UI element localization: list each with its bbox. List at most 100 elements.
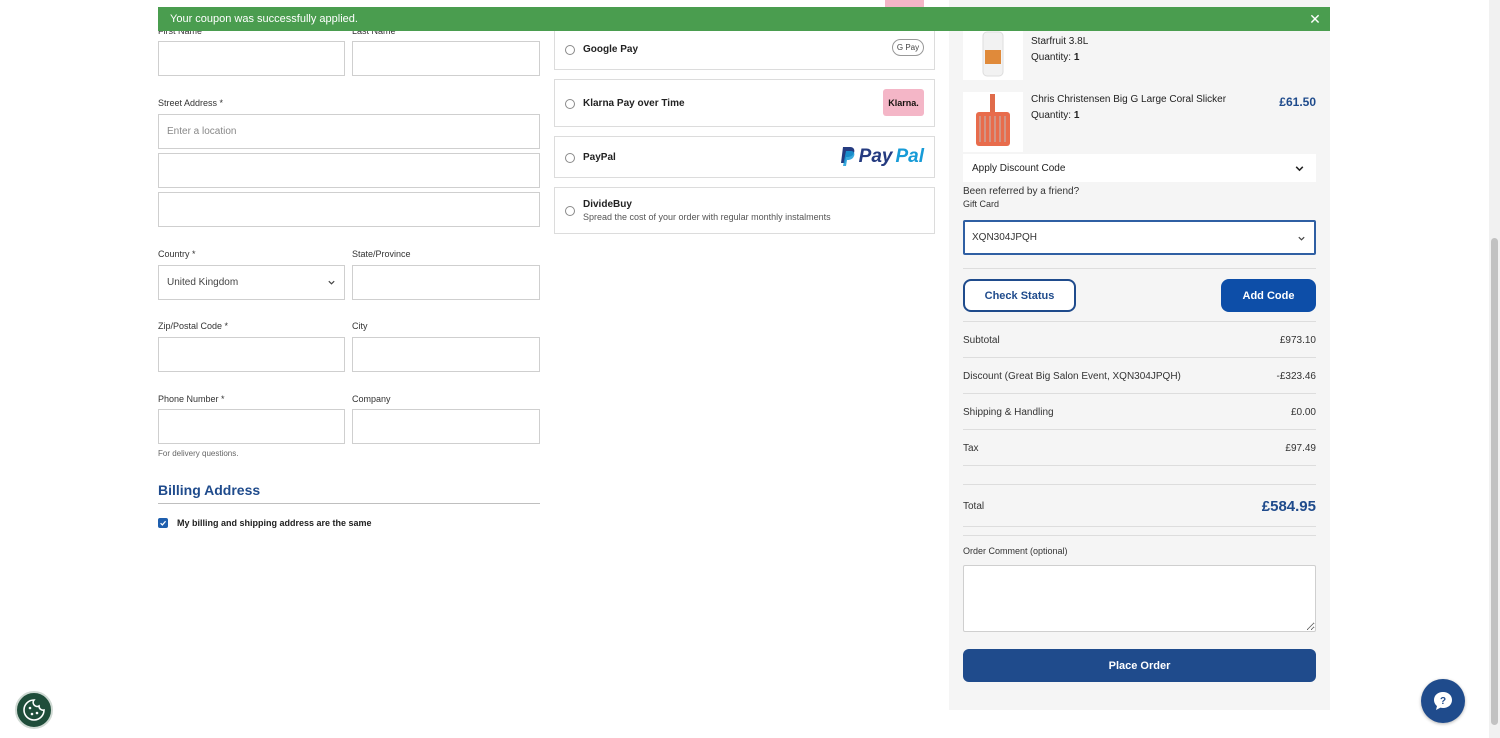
divider (963, 484, 1316, 485)
product-qty: Quantity: 1 (1031, 52, 1079, 63)
apply-discount-label: Apply Discount Code (972, 162, 1066, 174)
street-address-label: Street Address * (158, 98, 224, 108)
payment-radio[interactable] (565, 99, 575, 109)
subtotal-row: Subtotal £973.10 (963, 335, 1316, 346)
phone-label: Phone Number * (158, 394, 225, 404)
grand-total-label: Total (963, 501, 985, 512)
chevron-down-icon (1295, 166, 1304, 172)
add-code-button[interactable]: Add Code (1221, 279, 1316, 312)
tax-row: Tax £97.49 (963, 443, 1316, 454)
divider (963, 429, 1316, 430)
payment-label: Klarna Pay over Time (583, 98, 685, 109)
gift-card-value: XQN304JPQH (972, 232, 1038, 243)
street-address-line3-input[interactable] (158, 192, 540, 227)
paypal-p-icon (840, 147, 855, 166)
payment-option-klarna[interactable]: Klarna Pay over Time Klarna. (554, 79, 935, 127)
product-qty-value: 1 (1073, 52, 1080, 63)
product-qty-label: Quantity: (1031, 52, 1072, 63)
close-icon[interactable]: ✕ (1304, 7, 1326, 31)
payment-option-paypal[interactable]: PayPal Pay Pal (554, 136, 935, 178)
grand-total-row: Total £584.95 (963, 498, 1316, 515)
notice-message: Your coupon was successfully applied. (170, 13, 358, 25)
payment-label: PayPal (583, 152, 616, 163)
product-image (963, 92, 1023, 152)
payment-label: DivideBuy (583, 199, 632, 210)
phone-input[interactable] (158, 409, 345, 444)
total-value: £0.00 (1290, 407, 1316, 418)
divider (963, 268, 1316, 269)
payment-label: Google Pay (583, 44, 639, 55)
city-input[interactable] (352, 337, 540, 372)
product-qty: Quantity: 1 (1031, 110, 1079, 121)
help-chat-button[interactable]: ? (1421, 679, 1465, 723)
payment-option-dividebuy[interactable]: DivideBuy Spread the cost of your order … (554, 187, 935, 234)
company-input[interactable] (352, 409, 540, 444)
gift-card-select[interactable]: XQN304JPQH (963, 220, 1316, 255)
product-name: Chris Christensen Big G Large Coral Slic… (1031, 94, 1227, 105)
total-value: £97.49 (1285, 443, 1316, 454)
paypal-icon: Pay Pal (840, 146, 924, 168)
total-value: £973.10 (1279, 335, 1316, 346)
product-name: Starfruit 3.8L (1031, 36, 1089, 47)
cookie-settings-button[interactable] (15, 691, 53, 729)
total-label: Shipping & Handling (963, 407, 1054, 418)
zip-label: Zip/Postal Code * (158, 321, 229, 331)
same-address-row[interactable]: My billing and shipping address are the … (158, 518, 372, 528)
order-comment-label: Order Comment (optional) (963, 546, 1068, 556)
payment-radio[interactable] (565, 206, 575, 216)
divider (963, 535, 1316, 536)
phone-help-text: For delivery questions. (158, 449, 239, 458)
total-label: Discount (Great Big Salon Event, XQN304J… (963, 371, 1181, 382)
chevron-down-icon (328, 280, 335, 285)
payment-option-google-pay[interactable]: Google Pay G Pay (554, 28, 935, 70)
street-address-line2-input[interactable] (158, 153, 540, 188)
checkmark-icon (160, 520, 167, 526)
product-price: £61.50 (1279, 95, 1316, 109)
divider (963, 526, 1316, 527)
country-value: United Kingdom (167, 277, 239, 288)
same-address-checkbox[interactable] (158, 518, 168, 528)
divider (963, 321, 1316, 322)
state-label: State/Province (352, 249, 411, 259)
chevron-down-icon (1298, 236, 1305, 241)
country-select[interactable]: United Kingdom (158, 265, 345, 300)
product-slicker-icon (976, 94, 1010, 146)
first-name-input[interactable] (158, 41, 345, 76)
same-address-label: My billing and shipping address are the … (177, 518, 372, 528)
payment-sub: Spread the cost of your order with regul… (583, 212, 831, 222)
billing-address-title: Billing Address (158, 482, 261, 498)
klarna-icon: Klarna. (883, 89, 924, 116)
gift-card-label: Gift Card (963, 199, 1000, 209)
order-comment-input[interactable] (963, 565, 1316, 632)
company-label: Company (352, 394, 391, 404)
product-qty-label: Quantity: (1031, 110, 1072, 121)
payment-radio[interactable] (565, 45, 575, 55)
paypal-logo-pay: Pay (858, 146, 893, 167)
referral-text: Been referred by a friend? (963, 186, 1080, 197)
divider (963, 465, 1316, 466)
product-qty-value: 1 (1073, 110, 1080, 121)
total-value: -£323.46 (1276, 371, 1316, 382)
scrollbar-thumb[interactable] (1491, 238, 1498, 725)
payment-radio[interactable] (565, 153, 575, 163)
country-label: Country * (158, 249, 196, 259)
divider (963, 393, 1316, 394)
help-chat-icon: ? (1434, 692, 1452, 710)
svg-text:?: ? (1440, 696, 1446, 707)
google-pay-icon: G Pay (892, 39, 924, 56)
city-label: City (352, 321, 368, 331)
last-name-input[interactable] (352, 41, 540, 76)
place-order-button[interactable]: Place Order (963, 649, 1316, 682)
paypal-logo-pal: Pal (895, 146, 924, 167)
check-status-button[interactable]: Check Status (963, 279, 1076, 312)
apply-discount-toggle[interactable]: Apply Discount Code (963, 154, 1316, 182)
cookie-icon (23, 699, 45, 721)
total-label: Subtotal (963, 335, 1000, 346)
shipping-row: Shipping & Handling £0.00 (963, 407, 1316, 418)
zip-input[interactable] (158, 337, 345, 372)
state-input[interactable] (352, 265, 540, 300)
discount-total-row: Discount (Great Big Salon Event, XQN304J… (963, 371, 1316, 382)
total-label: Tax (963, 443, 979, 454)
divider (963, 357, 1316, 358)
street-address-input[interactable] (158, 114, 540, 149)
